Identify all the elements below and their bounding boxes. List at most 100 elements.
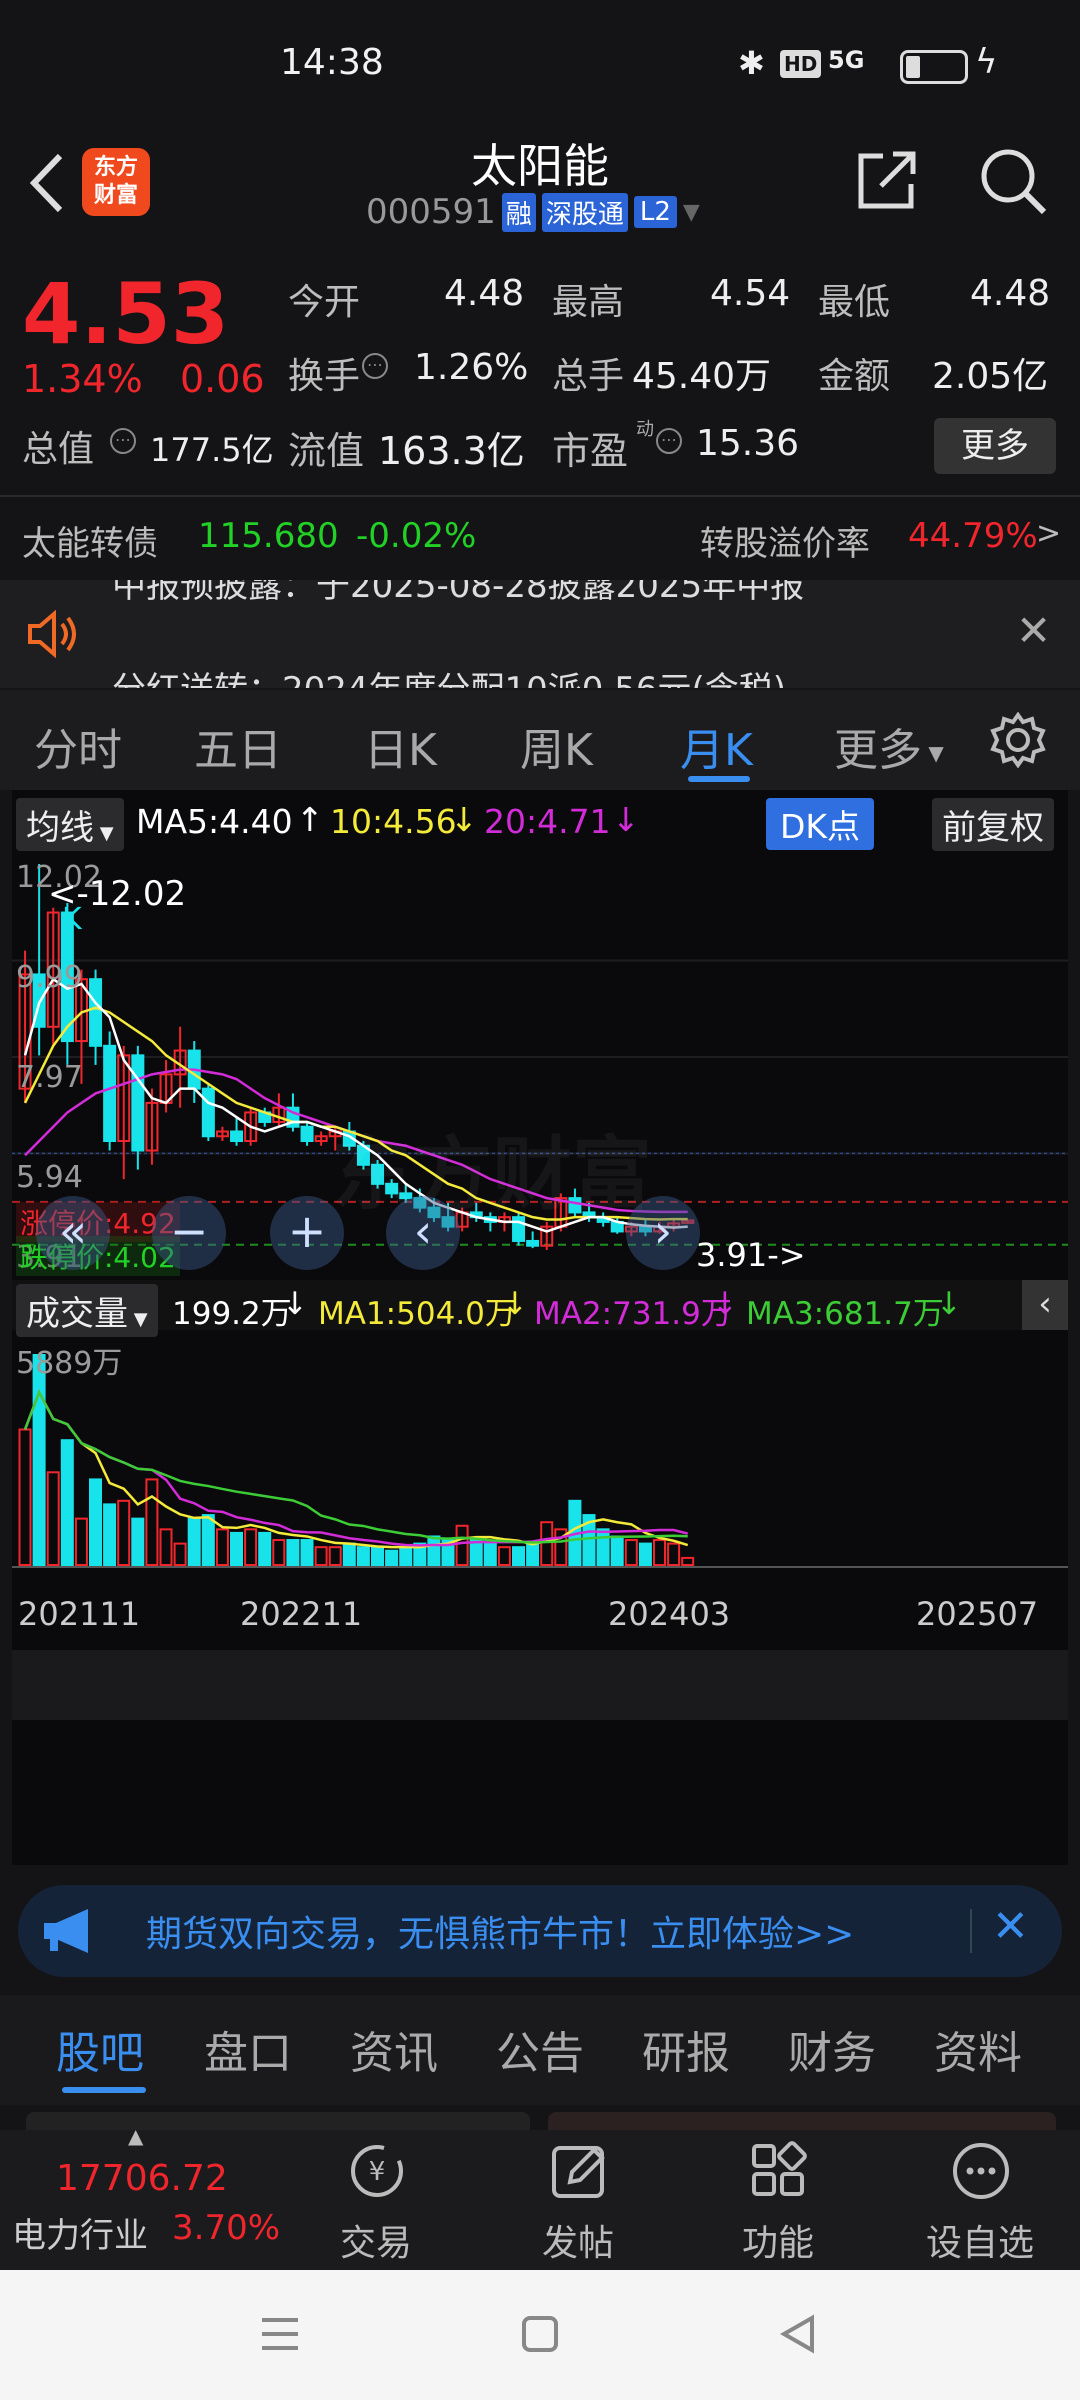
low-value: 4.48 [970,273,1051,314]
search-button[interactable] [978,146,1048,220]
settings-gear-icon[interactable] [990,712,1046,768]
volume-arrow-icon: ↓ [282,1286,308,1322]
adjust-button[interactable]: 前复权 [932,798,1054,851]
volume-bar [74,1517,88,1566]
zoom-out-button[interactable]: − [152,1196,226,1270]
ma5-arrow-icon: ↑ [296,800,324,839]
volume-bar [399,1546,413,1567]
volume-bar [371,1546,384,1567]
candle-body [103,1044,117,1143]
volume-max-label: 5889万 [16,1346,123,1381]
volume-bar [483,1542,497,1566]
signal-icon: 5G [828,46,865,74]
tab-research[interactable]: 研报 [642,2017,730,2081]
tab-finance[interactable]: 财务 [788,2017,876,2081]
tab-order-book[interactable]: 盘口 [204,2017,292,2081]
volume-chart[interactable] [12,1335,1068,1575]
volume-bar [258,1531,272,1566]
tab-weekly-k[interactable]: 周K [520,714,593,778]
volume-selector[interactable]: 成交量 ▼ [16,1284,158,1337]
volume-bar [117,1499,131,1566]
candle-body [300,1125,314,1143]
ma5-label: MA5:4.40 [136,802,293,841]
tab-more[interactable]: 更多 ▼ [834,714,944,778]
more-dots-icon [953,2143,1009,2199]
status-time: 14:38 [280,42,384,83]
volume-bar [300,1539,314,1567]
volume-bar [286,1539,300,1567]
candle-body [201,1087,215,1138]
volume-bar [173,1542,187,1566]
tab-five-day[interactable]: 五日 [194,714,282,778]
home-icon[interactable] [518,2312,562,2356]
volume-bar [60,1439,74,1566]
vol-ma2-arrow-icon: ↓ [712,1286,738,1322]
vol-ma1-label: MA1:504.0万 [318,1296,516,1332]
megaphone-icon [44,1909,88,1953]
volume-bar [610,1535,624,1566]
axis-label-2: 9.99 [16,960,83,995]
tag-shenzhen-connect: 深股通 [541,192,628,232]
tab-daily-k[interactable]: 日K [364,714,437,778]
candle-body [89,978,103,1047]
notice-banner[interactable]: 中报预披露：于2025-08-28披露2025年中报 分红送转：2024年度分配… [0,580,1080,688]
close-ad-icon[interactable]: ✕ [992,1901,1029,1952]
collapse-panel-button[interactable]: ‹ [1022,1280,1068,1330]
charging-icon: ϟ [975,42,998,82]
scroll-left-fast-button[interactable]: « [36,1196,110,1270]
grid-icon [752,2141,807,2196]
post-label: 发帖 [541,2223,614,2264]
scroll-right-button[interactable]: › [626,1196,700,1270]
volume-bar [497,1546,511,1567]
total-value: 177.5亿 [150,431,274,469]
volume-bar [681,1556,695,1566]
post-button[interactable]: 发帖 [522,2140,634,2264]
turnover-info-icon[interactable]: ⋯ [362,353,388,379]
candle-body [230,1130,244,1143]
turnover-label: 换手 [288,356,361,397]
tab-news[interactable]: 资讯 [350,2017,438,2081]
volume-bar [32,1354,46,1566]
bluetooth-icon: ✱ [738,44,765,82]
k-marker: K [62,902,82,937]
share-button[interactable] [855,148,919,216]
tab-profile[interactable]: 资料 [934,2017,1022,2081]
back-icon[interactable] [776,2312,820,2356]
more-button[interactable]: 更多 [934,418,1056,474]
volume-bar [342,1542,356,1566]
volume-bar [624,1539,638,1567]
pe-info-icon[interactable]: ⋯ [656,428,682,454]
change-amount: 0.06 [180,357,265,401]
float-value-label: 流值 [288,429,365,473]
tab-monthly-k[interactable]: 月K [680,714,753,778]
vol-ma2-label: MA2:731.9万 [534,1296,732,1332]
tab-forum[interactable]: 股吧 [56,2017,144,2081]
volume-bar [596,1528,610,1567]
volume-bar [638,1542,652,1566]
scroll-left-button[interactable]: ‹ [386,1196,460,1270]
volume-bar [427,1535,441,1566]
add-watchlist-label: 设自选 [925,2223,1034,2264]
hd-icon: HD [780,50,822,78]
stock-code-row[interactable]: 000591 融 深股通 L2 ▼ [366,192,700,232]
total-value-info-icon[interactable]: ⋯ [110,428,136,454]
tab-announcements[interactable]: 公告 [496,2017,584,2081]
dk-point-button[interactable]: DK点 [766,798,875,850]
indicator-selector[interactable]: 均线 ▼ [16,798,124,851]
tab-intraday[interactable]: 分时 [34,714,122,778]
volume-bar [272,1539,286,1567]
edit-icon [552,2146,605,2198]
add-watchlist-button[interactable]: 设自选 [918,2140,1042,2264]
convertible-bond-row[interactable]: 太能转债 115.680 -0.02% 转股溢价率 44.79% > [0,498,1080,578]
zoom-in-button[interactable]: + [270,1196,344,1270]
chart-panel[interactable]: 均线 ▼ MA5:4.40 ↑ 10:4.56 ↓ 20:4.71 ↓ DK点 … [12,790,1068,1865]
functions-button[interactable]: 功能 [722,2140,834,2264]
industry-index[interactable]: ▲ 17706.72 电力行业 3.70% [0,2124,300,2270]
battery-icon [900,50,968,84]
trade-button[interactable]: ¥ 交易 [320,2140,432,2264]
ma20-arrow-icon: ↓ [612,800,640,839]
ad-banner[interactable]: 期货双向交易，无惧熊市牛市！立即体验>> ✕ [18,1885,1062,1977]
close-notice-icon[interactable]: ✕ [1016,606,1051,655]
volume-bar [46,1471,60,1567]
menu-icon[interactable] [258,2312,302,2356]
